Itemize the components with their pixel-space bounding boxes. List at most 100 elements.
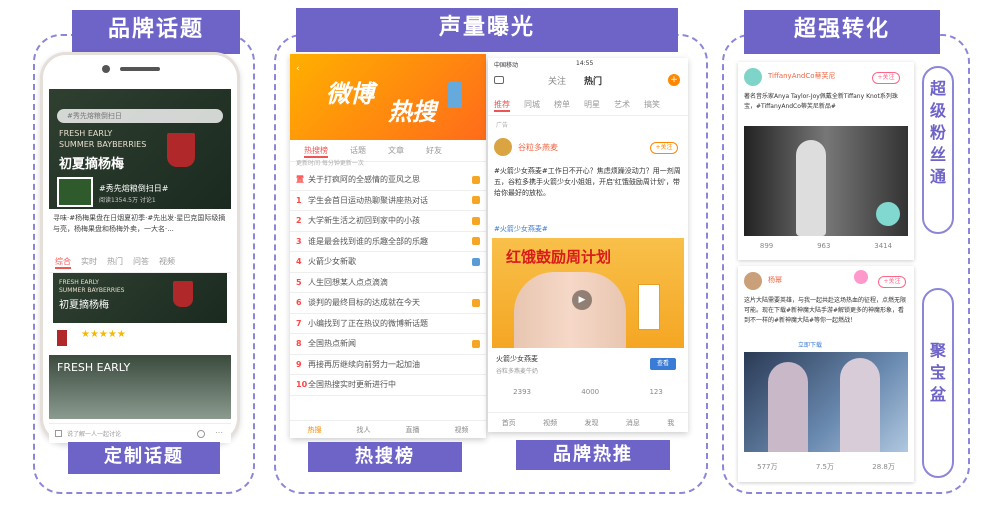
hot-search-banner: ‹ 微博 热搜 (290, 54, 486, 140)
hot-row[interactable]: 3 谁是最会找到谁的乐趣全部的乐趣 (290, 232, 486, 252)
hot-row[interactable]: 7 小编找到了正在热议的微博新话题 (290, 314, 486, 334)
repost-count[interactable]: 899 (760, 242, 773, 250)
promo-text-2: SUMMER BAYBERRIES (59, 287, 125, 294)
hot-text: 人生回想某人点点滴滴 (308, 277, 388, 287)
like-count[interactable]: 28.8万 (872, 462, 895, 472)
section-brand-topic-header: 品牌话题 (72, 10, 240, 54)
hot-text: 谈判的最终目标的达成就在今天 (308, 298, 420, 308)
tab-hot-feed[interactable]: 热门 (584, 74, 602, 87)
tab-comprehensive[interactable]: 综合 (55, 256, 71, 269)
tab-star[interactable]: 明星 (584, 99, 600, 112)
hot-search-screen: ‹ 微博 热搜 热搜榜 话题 文章 好友 更新时间·每分钟更新一次 置关于打疯阿… (290, 54, 486, 438)
product-pack-icon (638, 284, 660, 330)
tab-art[interactable]: 艺术 (614, 99, 630, 112)
tab-hot[interactable]: 热门 (107, 256, 123, 269)
nav-people[interactable]: 找人 (357, 421, 371, 438)
comment-input[interactable]: 说了解一人一起讨论 (67, 429, 121, 438)
star-avatar[interactable] (744, 272, 762, 290)
follow-button[interactable]: +关注 (650, 142, 678, 154)
hot-text: 大学新生活之初回到家中的小孩 (308, 216, 420, 226)
post-hashtag[interactable]: #火箭少女燕麦# (494, 224, 548, 234)
download-link[interactable]: 立即下载 (798, 340, 822, 349)
tab-topic[interactable]: 话题 (350, 145, 366, 158)
tiffany-name[interactable]: TiffanyAndCo蒂芙尼 (768, 71, 836, 81)
hot-row[interactable]: 2 大学新生活之初回到家中的小孩 (290, 211, 486, 232)
account-name[interactable]: 谷粒多燕麦 (518, 142, 558, 153)
comment-count[interactable]: 963 (817, 242, 830, 250)
hot-row[interactable]: 6 谈判的最终目标的达成就在今天 (290, 293, 486, 314)
tab-recommend[interactable]: 推荐 (494, 99, 510, 112)
promo-card[interactable]: FRESH EARLY SUMMER BAYBERRIES 初夏摘杨梅 (53, 273, 227, 323)
follow-button[interactable]: +关注 (878, 276, 906, 288)
nav-live[interactable]: 直播 (406, 421, 420, 438)
promo-card-2[interactable]: FRESH EARLY (49, 355, 231, 419)
tab-ranking[interactable]: 榜单 (554, 99, 570, 112)
comment-bar[interactable]: 说了解一人一起讨论 ⋯ (49, 423, 231, 443)
tab-hot-list[interactable]: 热搜榜 (304, 145, 328, 158)
tiffany-photo[interactable] (744, 126, 908, 236)
hot-text: 学生会首日运动热聊聚讲座热对话 (308, 195, 428, 205)
account-avatar[interactable] (494, 138, 512, 156)
tab-follow[interactable]: 关注 (548, 74, 566, 87)
repost-count[interactable]: 577万 (757, 462, 777, 472)
ad-label: 广告 (496, 122, 509, 129)
back-icon[interactable]: ‹ (296, 64, 300, 74)
cup-icon (167, 133, 195, 167)
camera-icon[interactable] (494, 76, 504, 84)
post-text: #火箭少女燕麦#工作日不开心？焦虑烦躁没动力？用一剂周五，谷粒多携手火箭少女小姐… (494, 167, 681, 197)
nav-me[interactable]: 我 (667, 413, 674, 432)
tab-article[interactable]: 文章 (388, 145, 404, 158)
hot-text: 小编找到了正在热议的微博新话题 (308, 318, 428, 328)
hot-row[interactable]: 10 全国热搜实时更新进行中 (290, 375, 486, 396)
topic-thumbnail (57, 177, 93, 207)
follow-button[interactable]: +关注 (872, 72, 900, 84)
tiffany-avatar[interactable] (744, 68, 762, 86)
hot-row[interactable]: 4 火箭少女新歌 (290, 252, 486, 273)
section-exposure-header: 声量曝光 (296, 8, 678, 52)
banner-title: 初夏摘杨梅 (59, 157, 125, 172)
star-name[interactable]: 杨幂 (768, 275, 782, 285)
nav-hot[interactable]: 热搜 (308, 421, 322, 438)
view-button[interactable]: 查看 (650, 358, 676, 370)
star-stats: 577万 7.5万 28.8万 (738, 462, 914, 472)
section-exposure-footer-right: 品牌热推 (516, 440, 670, 470)
like-count[interactable]: 3414 (874, 242, 892, 250)
hot-text: 关于打疯阿的全感情的亚风之思 (308, 175, 420, 185)
tab-funny[interactable]: 搞笑 (644, 99, 660, 112)
nav-video[interactable]: 视频 (455, 421, 469, 438)
promo-title: 初夏摘杨梅 (59, 300, 109, 311)
hot-row[interactable]: 9 再接再厉继续向前努力一起加油 (290, 355, 486, 375)
like-count[interactable]: 123 (649, 388, 662, 396)
hot-badge (472, 298, 480, 307)
hot-row[interactable]: 5 人生回想某人点点滴滴 (290, 273, 486, 293)
topic-tag: #秀先熔粮倒扫日# (99, 184, 169, 193)
add-icon[interactable]: + (668, 74, 680, 86)
drink-icon (57, 330, 67, 346)
tab-friends[interactable]: 好友 (426, 145, 442, 158)
nav-home[interactable]: 首页 (502, 413, 516, 432)
hot-badge (472, 339, 480, 348)
ad-image[interactable]: 红饿鼓励周计划 ▶ (492, 238, 684, 348)
nav-messages[interactable]: 消息 (626, 413, 640, 432)
hot-row[interactable]: 8 全国热点新闻 (290, 334, 486, 355)
tab-video[interactable]: 视频 (159, 256, 175, 269)
nav-discover[interactable]: 发现 (584, 413, 598, 432)
star-text: 这片大陆需要英雄，与我一起共赴这场热血的征程，点燃无限可能。现在下载#新神魔大陆… (744, 297, 907, 324)
search-input[interactable]: #秀先熔粮倒扫日 (57, 109, 223, 123)
hot-row[interactable]: 置关于打疯阿的全感情的亚风之思 (290, 170, 486, 191)
comment-count[interactable]: 7.5万 (816, 462, 834, 472)
emoji-badge-icon (854, 270, 868, 284)
hot-badge (472, 257, 480, 266)
game-poster[interactable] (744, 352, 908, 452)
hot-rank: 1 (296, 195, 302, 205)
share-icon[interactable] (197, 430, 205, 438)
play-icon[interactable]: ▶ (572, 290, 592, 310)
hot-row[interactable]: 1 学生会首日运动热聊聚讲座热对话 (290, 191, 486, 211)
nav-video[interactable]: 视频 (543, 413, 557, 432)
tab-qa[interactable]: 问答 (133, 256, 149, 269)
tab-realtime[interactable]: 实时 (81, 256, 97, 269)
comment-count[interactable]: 4000 (581, 388, 599, 396)
tab-local[interactable]: 同城 (524, 99, 540, 112)
repost-count[interactable]: 2393 (513, 388, 531, 396)
more-icon[interactable]: ⋯ (215, 428, 223, 437)
